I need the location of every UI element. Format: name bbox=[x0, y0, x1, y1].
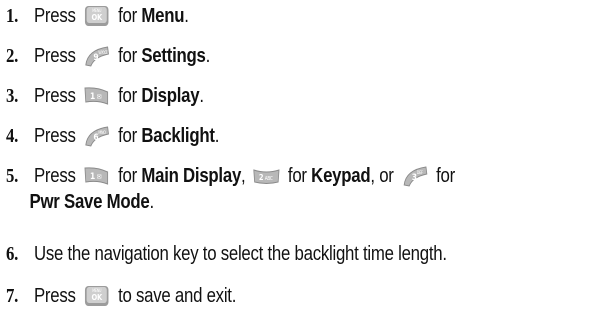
keypad-label: Keypad bbox=[311, 165, 371, 187]
step-text: for bbox=[118, 125, 137, 147]
step-5-continued: Pwr Save Mode. bbox=[6, 190, 498, 214]
step-text: Press bbox=[33, 125, 76, 147]
step-2: 2. Press 9 WXYZ for Settings. bbox=[6, 44, 498, 68]
step-1: 1. Press MENU OK for Menu. bbox=[6, 4, 498, 28]
step-7: 7. Press MENU OK to save and exit. bbox=[6, 284, 498, 308]
step-text: for bbox=[118, 5, 137, 27]
step-number: 7. bbox=[6, 285, 19, 307]
period: . bbox=[149, 191, 154, 213]
step-text: to save and exit. bbox=[118, 285, 237, 307]
step-number: 4. bbox=[6, 125, 19, 147]
one-key-icon: 1 ✉ bbox=[83, 164, 112, 188]
period: . bbox=[184, 5, 189, 27]
one-key-icon: 1 ✉ bbox=[83, 84, 112, 108]
svg-text:DEF: DEF bbox=[417, 171, 423, 175]
comma: , bbox=[241, 165, 246, 187]
svg-text:MNO: MNO bbox=[99, 131, 107, 135]
step-number: 2. bbox=[6, 45, 19, 67]
svg-text:1: 1 bbox=[90, 170, 95, 181]
three-key-icon: 3 DEF bbox=[401, 164, 430, 188]
step-number: 5. bbox=[6, 165, 19, 187]
svg-text:1: 1 bbox=[90, 90, 95, 101]
step-text: for bbox=[118, 165, 137, 187]
step-text: for bbox=[118, 45, 137, 67]
step-text: Press bbox=[33, 45, 76, 67]
or-text: , or bbox=[370, 165, 394, 187]
display-label: Display bbox=[141, 85, 200, 107]
two-key-icon: 2 ABC bbox=[252, 164, 281, 188]
step-text: Press bbox=[33, 285, 76, 307]
step-number: 3. bbox=[6, 85, 19, 107]
instruction-steps: 1. Press MENU OK for Menu. 2. Press 9 WX… bbox=[0, 0, 596, 322]
svg-text:OK: OK bbox=[92, 292, 103, 302]
step-text: Press bbox=[33, 165, 76, 187]
svg-text:OK: OK bbox=[92, 12, 103, 22]
svg-text:✉: ✉ bbox=[97, 93, 102, 102]
menu-ok-key-icon: MENU OK bbox=[83, 4, 112, 28]
menu-label: Menu bbox=[141, 5, 185, 27]
step-6: 6. Use the navigation key to select the … bbox=[6, 242, 498, 266]
svg-text:2: 2 bbox=[259, 172, 264, 182]
period: . bbox=[214, 125, 220, 147]
backlight-label: Backlight bbox=[141, 125, 215, 147]
step-text: for bbox=[118, 85, 137, 107]
nine-key-icon: 9 WXYZ bbox=[83, 44, 112, 68]
step-text: for bbox=[287, 165, 307, 187]
step-number: 6. bbox=[6, 243, 19, 265]
step-text: Use the navigation key to select the bac… bbox=[33, 243, 447, 265]
step-4: 4. Press 6 MNO for Backlight. bbox=[6, 124, 498, 148]
svg-text:ABC: ABC bbox=[265, 176, 273, 182]
settings-label: Settings bbox=[141, 45, 206, 67]
step-text: for bbox=[436, 165, 455, 187]
pwr-save-mode-label: Pwr Save Mode bbox=[29, 191, 150, 213]
step-text: Press bbox=[33, 5, 76, 27]
step-3: 3. Press 1 ✉ for Display. bbox=[6, 84, 498, 108]
main-display-label: Main Display bbox=[141, 165, 242, 187]
period: . bbox=[199, 85, 204, 107]
period: . bbox=[205, 45, 211, 67]
step-text: Press bbox=[33, 85, 76, 107]
svg-text:✉: ✉ bbox=[97, 173, 102, 182]
six-key-icon: 6 MNO bbox=[83, 124, 112, 148]
step-number: 1. bbox=[6, 5, 19, 27]
step-5: 5. Press 1 ✉ for Main Display, 2 ABC for… bbox=[6, 164, 498, 188]
menu-ok-key-icon: MENU OK bbox=[83, 284, 112, 308]
svg-text:WXYZ: WXYZ bbox=[99, 51, 109, 55]
